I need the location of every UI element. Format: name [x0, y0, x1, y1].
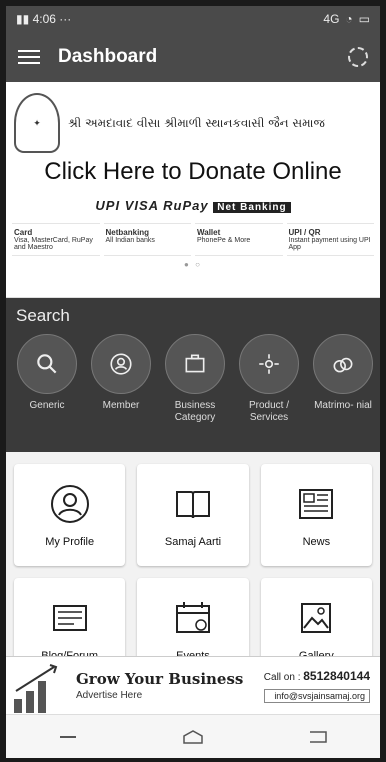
search-matrimonial[interactable]: Matrimo- nial: [312, 334, 374, 424]
carousel-dots: ● ○: [184, 260, 202, 269]
ad-phone: Call on : 8512840144: [263, 668, 370, 683]
pay-method-netbanking: Netbanking All Indian banks: [103, 223, 191, 256]
search-section: Search Generic Member Business Category …: [6, 298, 380, 452]
ad-subtitle: Advertise Here: [76, 690, 143, 701]
services-icon: [259, 354, 279, 374]
menu-icon[interactable]: [18, 50, 40, 64]
search-icon: [37, 354, 57, 374]
growth-graphic: [6, 657, 70, 715]
rings-icon: [333, 357, 353, 373]
book-icon: [175, 491, 210, 519]
app-bar: Dashboard: [6, 32, 380, 82]
advertise-banner[interactable]: Grow Your Business Advertise Here Call o…: [6, 656, 380, 714]
member-icon: [110, 353, 132, 375]
overflow-dots-icon: ···: [59, 12, 72, 26]
donate-banner[interactable]: ✦ શ્રી અમદાવાદ વીસા શ્રીમાળી સ્થાનકવાસી …: [6, 82, 380, 298]
search-title: Search: [16, 306, 70, 325]
search-member[interactable]: Member: [90, 334, 152, 424]
search-products-services[interactable]: Product / Services: [238, 334, 300, 424]
phone-screen: ▮▮ 4:06 ··· 4G ◔ ▭ Dashboard ✦ શ્રી અમદા…: [6, 6, 380, 758]
wifi-icon: ◔: [345, 12, 353, 26]
search-business-category[interactable]: Business Category: [164, 334, 226, 424]
ad-website: info@svsjainsamaj.org: [263, 688, 370, 703]
android-nav-bar: [6, 714, 380, 758]
profile-icon: [50, 485, 89, 523]
search-generic[interactable]: Generic: [16, 334, 78, 424]
newspaper-icon: [299, 489, 334, 519]
recent-apps-icon[interactable]: [54, 728, 82, 746]
pay-method-card: Card Visa, MasterCard, RuPay and Maestro: [12, 223, 100, 256]
pay-method-upi: UPI / QR Instant payment using UPI App: [286, 223, 374, 256]
calendar-icon: [175, 602, 210, 633]
payment-methods: Card Visa, MasterCard, RuPay and Maestro …: [6, 223, 380, 256]
donate-text[interactable]: Click Here to Donate Online: [6, 158, 380, 186]
status-bar: ▮▮ 4:06 ··· 4G ◔ ▭: [6, 6, 380, 32]
feature-grid: My Profile Samaj Aarti News Blog/Forum E…: [6, 452, 380, 680]
organization-name: શ્રી અમદાવાદ વીસા શ્રીમાળી સ્થાનકવાસી જૈ…: [68, 115, 325, 130]
tile-my-profile[interactable]: My Profile: [14, 464, 126, 566]
samaj-logo: ✦: [14, 93, 60, 153]
briefcase-icon: [185, 354, 205, 373]
blog-icon: [52, 605, 87, 631]
page-title: Dashboard: [58, 46, 158, 67]
ad-title: Grow Your Business: [76, 670, 244, 688]
signal-indicator: ▮▮: [16, 12, 30, 26]
back-icon[interactable]: [304, 728, 332, 746]
refresh-icon[interactable]: [348, 47, 368, 67]
home-icon[interactable]: [179, 728, 207, 746]
tile-news[interactable]: News: [260, 464, 372, 566]
payment-logos: UPI VISA RuPay Net Banking: [6, 198, 380, 213]
gallery-icon: [301, 603, 332, 633]
pay-method-wallet: Wallet PhonePe & More: [195, 223, 283, 256]
network-type: 4G: [323, 12, 340, 26]
status-time: 4:06: [32, 12, 56, 26]
battery-icon: ▭: [358, 12, 370, 26]
tile-samaj-aarti[interactable]: Samaj Aarti: [137, 464, 249, 566]
